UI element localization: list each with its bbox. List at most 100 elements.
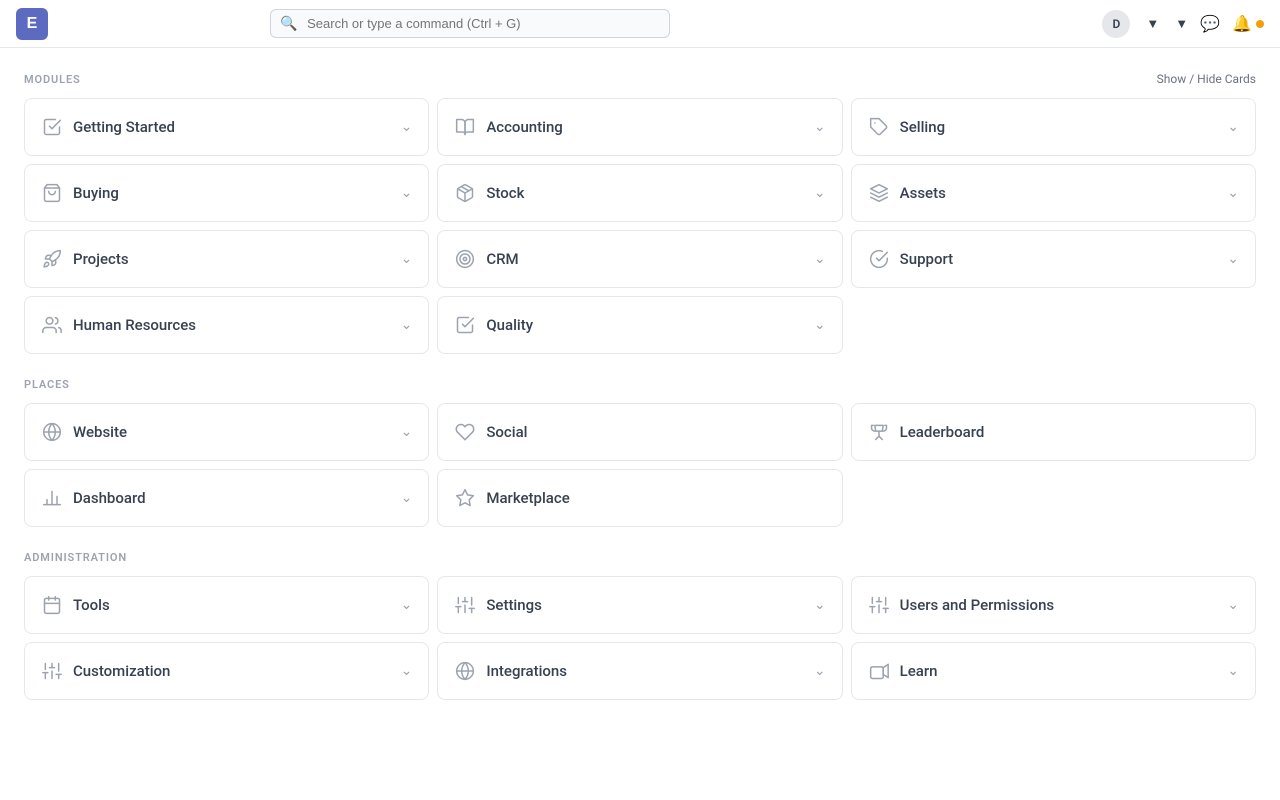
website-icon [41,422,63,442]
module-name-settings: Settings [486,596,542,614]
module-card-marketplace[interactable]: Marketplace [437,469,842,527]
module-card-website[interactable]: Website ⌄ [24,403,429,461]
customization-chevron-icon: ⌄ [401,663,413,679]
module-card-human-resources[interactable]: Human Resources ⌄ [24,296,429,354]
module-card-stock[interactable]: Stock ⌄ [437,164,842,222]
module-card-left-stock: Stock [454,183,524,203]
module-name-users-permissions: Users and Permissions [900,596,1054,614]
module-card-accounting[interactable]: Accounting ⌄ [437,98,842,156]
settings-button[interactable]: ▼ [1142,16,1159,31]
module-card-quality[interactable]: Quality ⌄ [437,296,842,354]
module-card-settings[interactable]: Settings ⌄ [437,576,842,634]
module-name-selling: Selling [900,118,945,136]
module-card-dashboard[interactable]: Dashboard ⌄ [24,469,429,527]
assets-icon [868,183,890,203]
learn-chevron-icon: ⌄ [1227,663,1239,679]
module-card-buying[interactable]: Buying ⌄ [24,164,429,222]
module-card-customization[interactable]: Customization ⌄ [24,642,429,700]
projects-chevron-icon: ⌄ [401,251,413,267]
module-card-selling[interactable]: Selling ⌄ [851,98,1256,156]
settings-icon [454,595,476,615]
logo-button[interactable]: E [16,8,48,40]
users-permissions-icon [868,595,890,615]
module-name-crm: CRM [486,250,518,268]
bell-icon: 🔔 [1232,14,1252,34]
accounting-chevron-icon: ⌄ [814,119,826,135]
integrations-chevron-icon: ⌄ [814,663,826,679]
module-card-left-projects: Projects [41,249,129,269]
search-icon: 🔍 [280,16,297,32]
module-name-marketplace: Marketplace [486,489,569,507]
human-resources-chevron-icon: ⌄ [401,317,413,333]
module-card-left-learn: Learn [868,661,938,681]
module-card-left-getting-started: Getting Started [41,117,175,137]
support-icon [868,249,890,269]
module-card-projects[interactable]: Projects ⌄ [24,230,429,288]
integrations-icon [454,661,476,681]
section-label-modules: MODULES [24,73,81,86]
module-card-leaderboard[interactable]: Leaderboard [851,403,1256,461]
module-name-human-resources: Human Resources [73,316,196,334]
crm-chevron-icon: ⌄ [814,251,826,267]
selling-icon [868,117,890,137]
learn-icon [868,661,890,681]
website-chevron-icon: ⌄ [401,424,413,440]
header-right: D ▼ ▼ 💬 🔔 [1102,10,1264,38]
support-chevron-icon: ⌄ [1227,251,1239,267]
section-places: PLACES Website ⌄ Social Leader [24,378,1256,527]
projects-icon [41,249,63,269]
leaderboard-icon [868,422,890,442]
module-card-left-crm: CRM [454,249,518,269]
customization-icon [41,661,63,681]
show-hide-cards-link[interactable]: Show / Hide Cards [1157,72,1256,86]
selling-chevron-icon: ⌄ [1227,119,1239,135]
module-card-assets[interactable]: Assets ⌄ [851,164,1256,222]
module-name-buying: Buying [73,184,119,202]
module-card-learn[interactable]: Learn ⌄ [851,642,1256,700]
buying-icon [41,183,63,203]
module-name-support: Support [900,250,953,268]
module-card-crm[interactable]: CRM ⌄ [437,230,842,288]
notification-dot [1256,20,1264,28]
chat-button[interactable]: 💬 [1200,14,1220,34]
module-name-stock: Stock [486,184,524,202]
module-name-quality: Quality [486,316,533,334]
marketplace-icon [454,488,476,508]
module-card-left-settings: Settings [454,595,542,615]
module-card-getting-started[interactable]: Getting Started ⌄ [24,98,429,156]
section-label-administration: ADMINISTRATION [24,551,127,564]
notifications-button[interactable]: 🔔 [1232,14,1264,34]
quality-chevron-icon: ⌄ [814,317,826,333]
module-card-left-users-permissions: Users and Permissions [868,595,1054,615]
module-card-left-accounting: Accounting [454,117,562,137]
module-card-tools[interactable]: Tools ⌄ [24,576,429,634]
module-name-learn: Learn [900,662,938,680]
main-content: MODULES Show / Hide Cards Getting Started… [0,48,1280,724]
human-resources-icon [41,315,63,335]
tools-chevron-icon: ⌄ [401,597,413,613]
module-card-left-dashboard: Dashboard [41,488,146,508]
module-card-integrations[interactable]: Integrations ⌄ [437,642,842,700]
module-card-left-quality: Quality [454,315,533,335]
module-card-users-permissions[interactable]: Users and Permissions ⌄ [851,576,1256,634]
stock-chevron-icon: ⌄ [814,185,826,201]
search-input[interactable] [270,9,670,38]
settings-chevron-icon: ⌄ [814,597,826,613]
section-header-administration: ADMINISTRATION [24,551,1256,564]
section-label-places: PLACES [24,378,70,391]
section-modules: MODULES Show / Hide Cards Getting Started… [24,72,1256,354]
module-name-tools: Tools [73,596,110,614]
module-card-social[interactable]: Social [437,403,842,461]
chat-icon: 💬 [1200,14,1220,34]
module-name-dashboard: Dashboard [73,489,146,507]
grid-administration: Tools ⌄ Settings ⌄ Users and Permissions… [24,576,1256,700]
module-card-support[interactable]: Support ⌄ [851,230,1256,288]
help-button[interactable]: ▼ [1171,16,1188,31]
module-name-customization: Customization [73,662,170,680]
module-card-left-marketplace: Marketplace [454,488,569,508]
module-card-left-social: Social [454,422,527,442]
module-card-left-support: Support [868,249,953,269]
module-name-integrations: Integrations [486,662,567,680]
buying-chevron-icon: ⌄ [401,185,413,201]
grid-places: Website ⌄ Social Leaderboard [24,403,1256,527]
